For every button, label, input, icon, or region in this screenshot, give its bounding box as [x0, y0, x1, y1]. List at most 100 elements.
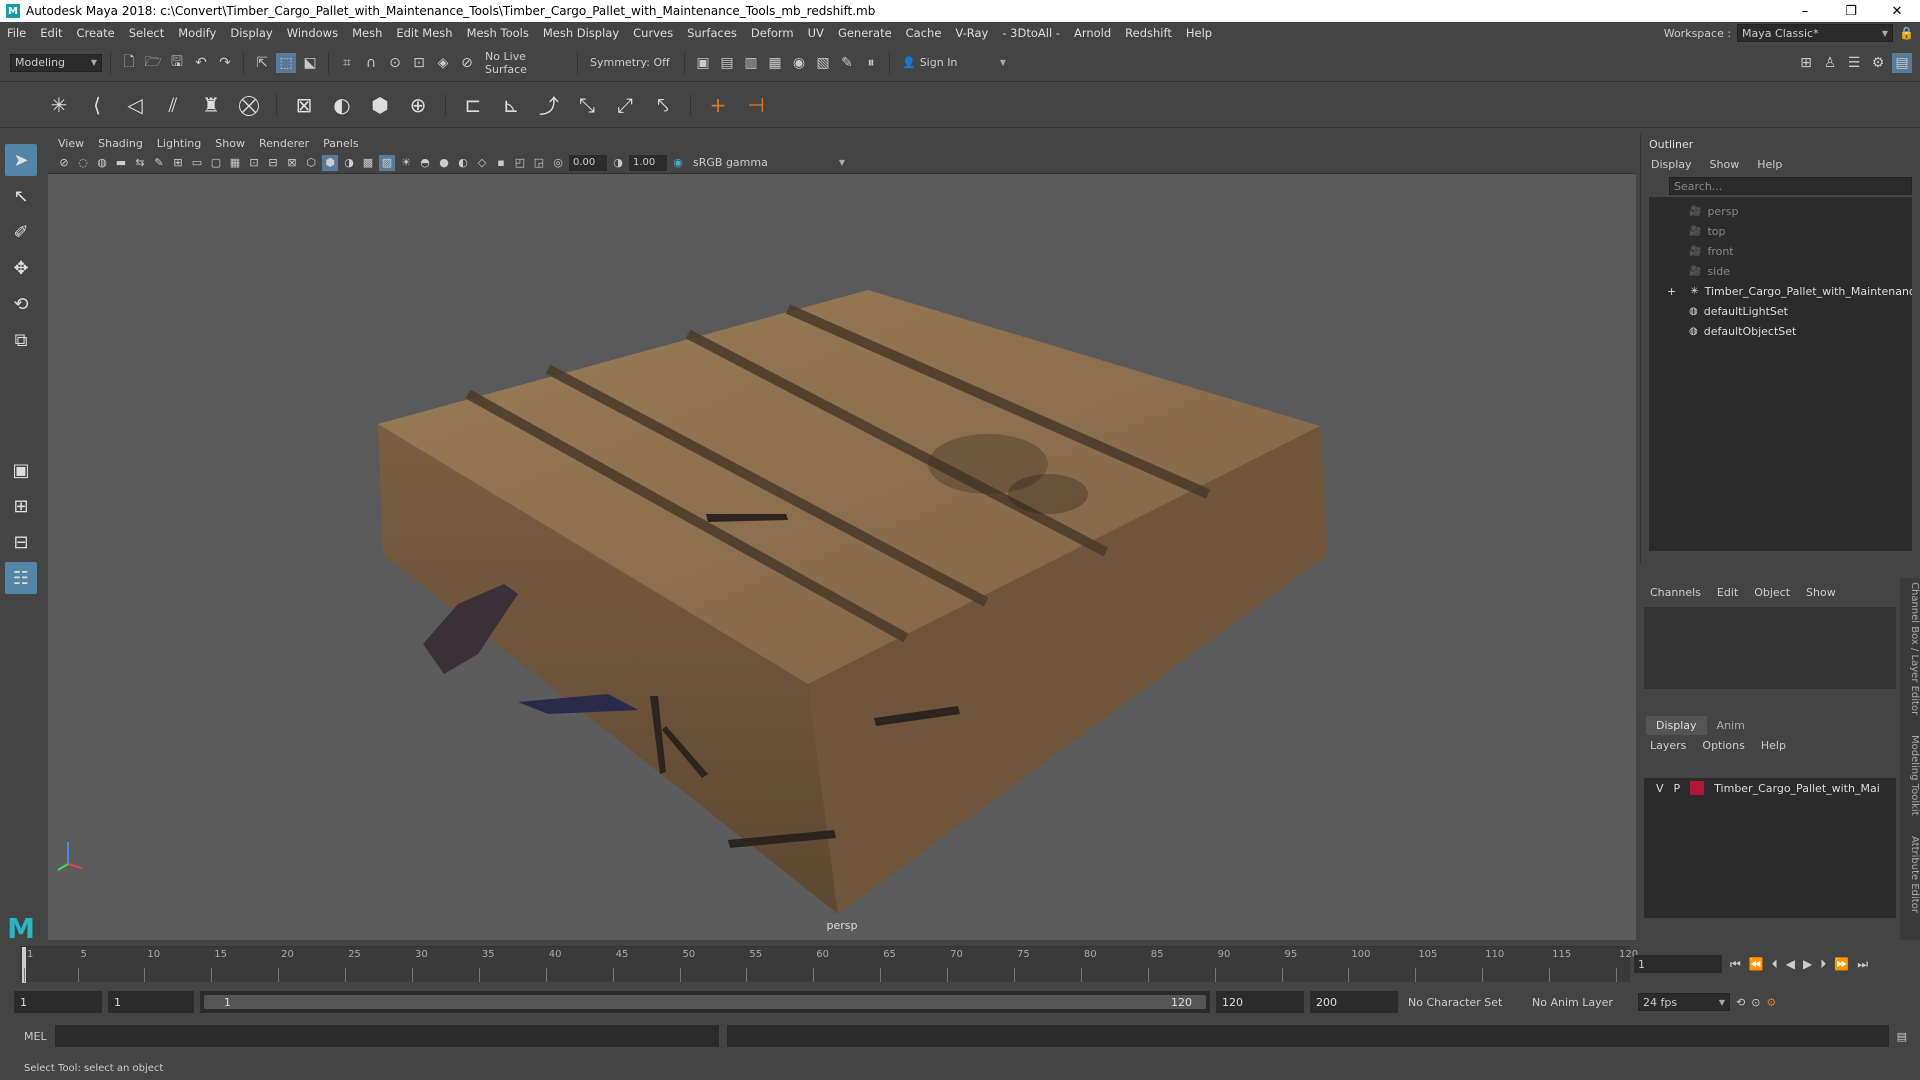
xray-joints-icon[interactable]: ◰ — [512, 155, 528, 171]
outliner-item[interactable]: ◍ defaultObjectSet — [1649, 321, 1912, 341]
menu-cache[interactable]: Cache — [899, 26, 949, 40]
outliner-item[interactable]: 🎥 top — [1649, 221, 1912, 241]
loop-icon[interactable]: ⟲ — [1736, 996, 1745, 1009]
gate-mask-icon[interactable]: ▦ — [227, 155, 243, 171]
channel-box-menu-channels[interactable]: Channels — [1650, 586, 1701, 599]
safe-action-icon[interactable]: ⊟ — [265, 155, 281, 171]
tool-settings-icon[interactable]: ⚙ — [1868, 53, 1888, 73]
resolution-gate-icon[interactable]: ▢ — [208, 155, 224, 171]
rs-render-view-icon[interactable]: ▧ — [813, 53, 833, 73]
anim-end-field[interactable]: 120 — [1216, 991, 1304, 1013]
panel-menu-shading[interactable]: Shading — [98, 137, 143, 150]
save-scene-icon[interactable]: 🖫 — [167, 53, 187, 73]
outliner-menu-help[interactable]: Help — [1757, 158, 1782, 171]
grid-icon[interactable]: ⊞ — [170, 155, 186, 171]
layer-color-swatch[interactable] — [1690, 781, 1705, 795]
step-back-key-icon[interactable]: ⏪ — [1749, 957, 1764, 971]
viewport-persp[interactable]: persp — [48, 174, 1636, 940]
paint-weights-icon[interactable]: ⊠ — [289, 90, 319, 120]
step-forward-key-icon[interactable]: ⏩ — [1834, 957, 1849, 971]
undo-icon[interactable]: ↶ — [191, 53, 211, 73]
minimize-button[interactable]: – — [1782, 4, 1828, 19]
redo-icon[interactable]: ↷ — [215, 53, 235, 73]
layer-playback-toggle[interactable]: P — [1674, 782, 1681, 795]
side-tab-attribute-editor[interactable]: Attribute Editor — [1900, 836, 1920, 913]
go-to-start-icon[interactable]: ⏮ — [1730, 957, 1741, 972]
snap-view-icon[interactable]: ⊡ — [409, 53, 429, 73]
constraint-parent-icon[interactable]: ⤣ — [648, 90, 678, 120]
menu-deform[interactable]: Deform — [744, 26, 801, 40]
menu-help[interactable]: Help — [1179, 26, 1219, 40]
wireframe-icon[interactable]: ⬡ — [303, 155, 319, 171]
ik-handle-icon[interactable]: ⟨ — [82, 90, 112, 120]
hypershade-icon[interactable]: ◉ — [789, 53, 809, 73]
shadows-icon[interactable]: ◓ — [417, 155, 433, 171]
anim-layer-dropdown[interactable]: No Anim Layer — [1528, 993, 1632, 1011]
live-surface-field[interactable]: No Live Surface — [481, 50, 569, 76]
close-button[interactable]: ✕ — [1874, 4, 1920, 19]
menu-windows[interactable]: Windows — [280, 26, 345, 40]
character-set-dropdown[interactable]: No Character Set — [1404, 993, 1522, 1011]
mode-dropdown[interactable]: Modeling ▼ — [10, 53, 102, 72]
pause-icon[interactable]: ⏸ — [861, 53, 881, 73]
layer-menu-options[interactable]: Options — [1702, 739, 1744, 752]
humanik-icon[interactable]: ♜ — [196, 90, 226, 120]
cluster-icon[interactable]: ⊕ — [403, 90, 433, 120]
two-view-icon[interactable]: ⊟ — [5, 526, 37, 558]
time-slider[interactable]: 1 5 10 15 20 25 30 35 40 45 50 55 60 65 70 75 80 85 90 95 10… — [20, 946, 1638, 983]
outliner-view-icon[interactable]: ☷ — [5, 562, 37, 594]
outliner-item[interactable]: 🎥 front — [1649, 241, 1912, 261]
exposure-icon[interactable]: ◎ — [550, 155, 566, 171]
panel-menu-view[interactable]: View — [58, 137, 84, 150]
channel-box-icon[interactable]: ▤ — [1892, 52, 1912, 73]
gamma-field[interactable]: 1.00 — [629, 154, 667, 171]
menu-curves[interactable]: Curves — [626, 26, 680, 40]
channel-box-menu-show[interactable]: Show — [1806, 586, 1836, 599]
outliner-menu-show[interactable]: Show — [1710, 158, 1740, 171]
layer-menu-layers[interactable]: Layers — [1650, 739, 1686, 752]
grease-pencil-icon[interactable]: ✎ — [151, 155, 167, 171]
menu-modify[interactable]: Modify — [171, 26, 223, 40]
color-management-icon[interactable]: ◉ — [670, 155, 686, 171]
modeling-toolkit-icon[interactable]: ⊞ — [1796, 53, 1816, 73]
script-editor-icon[interactable]: ▤ — [1897, 1030, 1907, 1043]
single-view-icon[interactable]: ▣ — [5, 454, 37, 486]
four-view-icon[interactable]: ⊞ — [5, 490, 37, 522]
field-chart-icon[interactable]: ⊡ — [246, 155, 262, 171]
fps-dropdown[interactable]: 24 fps ▼ — [1638, 993, 1730, 1011]
new-scene-icon[interactable]: 🗋 — [119, 53, 139, 73]
workspace-dropdown[interactable]: Maya Classic* ▼ — [1737, 24, 1894, 42]
play-backward-icon[interactable]: ◀ — [1786, 957, 1795, 971]
menu-display[interactable]: Display — [223, 26, 279, 40]
outliner-item[interactable]: + ✳ Timber_Cargo_Pallet_with_Maintenance_ — [1649, 281, 1912, 301]
panel-menu-renderer[interactable]: Renderer — [259, 137, 309, 150]
default-material-icon[interactable]: ◑ — [341, 155, 357, 171]
anim-prefs-icon[interactable]: ⚙ — [1766, 996, 1776, 1009]
side-tab-channel-box-layer-editor[interactable]: Channel Box / Layer Editor — [1900, 582, 1920, 715]
command-language[interactable]: MEL — [24, 1030, 47, 1043]
outliner-menu-display[interactable]: Display — [1651, 158, 1692, 171]
step-forward-frame-icon[interactable]: ⏵ — [1820, 957, 1826, 972]
menu-redshift[interactable]: Redshift — [1118, 26, 1179, 40]
menu-surfaces[interactable]: Surfaces — [680, 26, 744, 40]
menu-v-ray[interactable]: V-Ray — [948, 26, 995, 40]
range-slider[interactable]: 1 120 — [200, 991, 1210, 1013]
snap-grid-icon[interactable]: ⌗ — [337, 53, 357, 73]
smooth-shade-icon[interactable]: ⬢ — [322, 154, 338, 171]
symmetry-dropdown[interactable]: Symmetry: Off — [586, 53, 676, 72]
constraint-point-icon[interactable]: ⊾ — [496, 90, 526, 120]
ipr-render-icon[interactable]: ▥ — [741, 53, 761, 73]
ik-spline-icon[interactable]: ◁ — [120, 90, 150, 120]
menu-edit-mesh[interactable]: Edit Mesh — [389, 26, 459, 40]
lock-icon[interactable]: 🔒 — [1899, 26, 1914, 40]
render-settings-icon[interactable]: ▦ — [765, 53, 785, 73]
panel-menu-panels[interactable]: Panels — [323, 137, 358, 150]
menu-file[interactable]: File — [0, 26, 33, 40]
camera-attr-icon[interactable]: ◌ — [75, 155, 91, 171]
human-ik-icon[interactable]: ♙ — [1820, 53, 1840, 73]
scale-tool-icon[interactable]: ⧉ — [5, 324, 37, 356]
select-tool-icon[interactable]: ➤ — [5, 144, 37, 176]
ao-icon[interactable]: ● — [436, 155, 452, 171]
constraint-aim-icon[interactable]: ⤴ — [534, 90, 564, 120]
xray-active-icon[interactable]: ◲ — [531, 155, 547, 171]
